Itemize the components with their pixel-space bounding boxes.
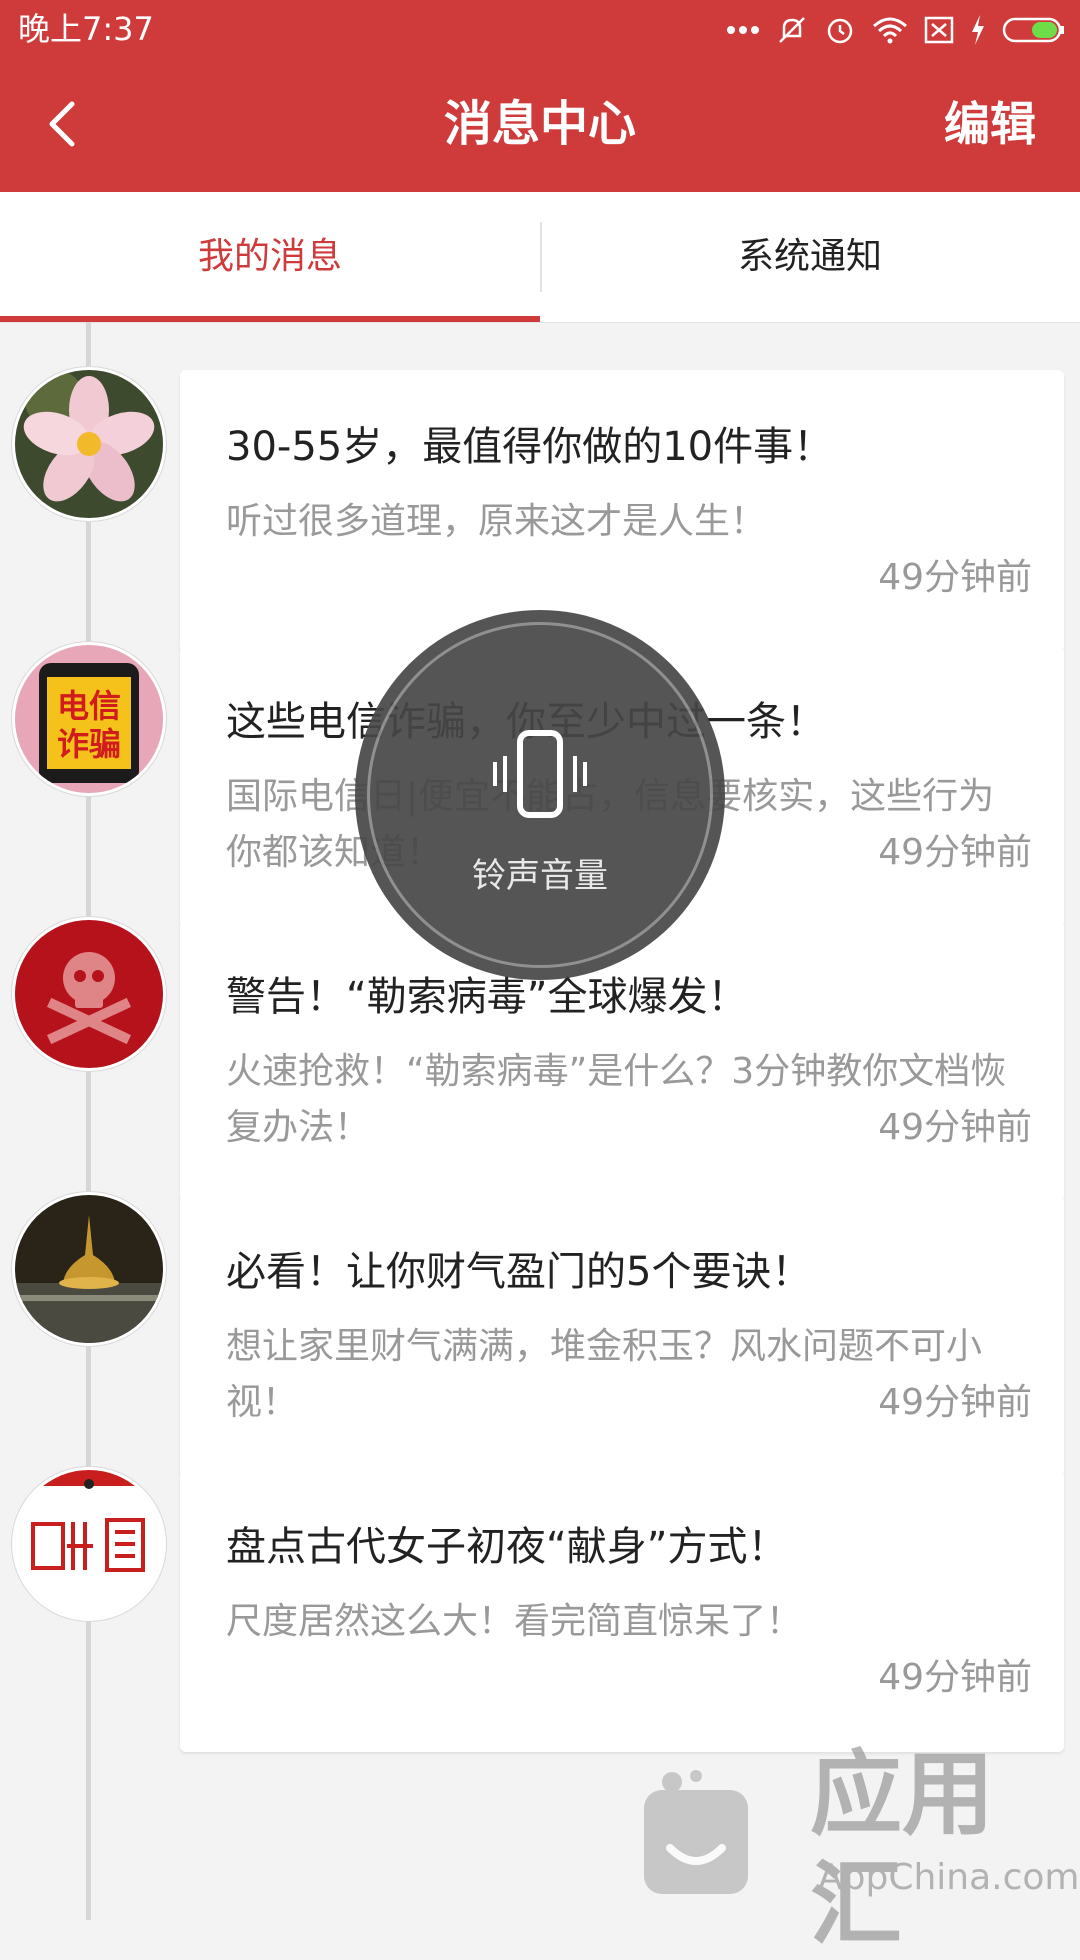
volume-overlay: 铃声音量	[355, 610, 725, 980]
message-summary: 尺度居然这么大！看完简直惊呆了！	[226, 1601, 803, 1642]
more-dots-icon	[726, 25, 760, 35]
tab-system-notifications[interactable]: 系统通知	[540, 192, 1080, 322]
watermark-subtext: AppChina.com	[818, 1857, 1080, 1898]
svg-text:诈骗: 诈骗	[57, 725, 121, 763]
message-summary: 听过很多道理，原来这才是人生！	[226, 501, 767, 542]
volume-label: 铃声音量	[472, 856, 608, 896]
tab-my-messages[interactable]: 我的消息	[0, 192, 540, 322]
watermark: 应用汇 AppChina.com	[640, 1740, 1080, 1958]
battery-icon	[1002, 16, 1066, 44]
message-list: 30-55岁，最值得你做的10件事！ 听过很多道理，原来这才是人生！ 49分钟前…	[0, 322, 1080, 1920]
list-item[interactable]: 必看！让你财气盈门的5个要诀！ 想让家里财气满满，堆金积玉？风水问题不可小视！ …	[0, 1147, 1080, 1477]
edit-button[interactable]: 编辑	[944, 94, 1036, 154]
vibrate-icon	[485, 728, 595, 828]
watermark-text: 应用汇	[810, 1741, 995, 1958]
avatar-text: 电信	[57, 687, 121, 725]
status-icons	[726, 10, 1066, 50]
list-item[interactable]: 盘点古代女子初夜“献身”方式！ 尺度居然这么大！看完简直惊呆了！ 49分钟前	[0, 1422, 1080, 1752]
wifi-icon	[872, 16, 908, 44]
message-title: 必看！让你财气盈门的5个要诀！	[226, 1249, 812, 1295]
nav-bar: 消息中心 编辑	[0, 58, 1080, 192]
message-card[interactable]: 盘点古代女子初夜“献身”方式！ 尺度居然这么大！看完简直惊呆了！ 49分钟前	[180, 1470, 1064, 1752]
message-title: 盘点古代女子初夜“献身”方式！	[226, 1524, 788, 1570]
avatar	[15, 920, 163, 1068]
page-title: 消息中心	[443, 96, 636, 152]
avatar	[15, 1195, 163, 1343]
message-title: 30-55岁，最值得你做的10件事！	[226, 424, 834, 470]
message-time: 49分钟前	[870, 1650, 1032, 1706]
tab-bar: 我的消息 系统通知	[0, 192, 1080, 323]
charging-icon	[970, 15, 986, 45]
alarm-icon	[824, 14, 856, 46]
mute-icon	[776, 14, 808, 46]
avatar	[15, 370, 163, 518]
sim-icon	[924, 16, 954, 44]
status-time: 晚上7:37	[18, 10, 154, 48]
status-bar: 晚上7:37	[0, 0, 1080, 58]
avatar: 电信 诈骗	[15, 645, 163, 793]
avatar	[15, 1470, 163, 1618]
watermark-logo-icon	[640, 1770, 752, 1900]
message-title: 警告！“勒索病毒”全球爆发！	[226, 974, 748, 1020]
list-item[interactable]: 30-55岁，最值得你做的10件事！ 听过很多道理，原来这才是人生！ 49分钟前	[0, 322, 1080, 652]
